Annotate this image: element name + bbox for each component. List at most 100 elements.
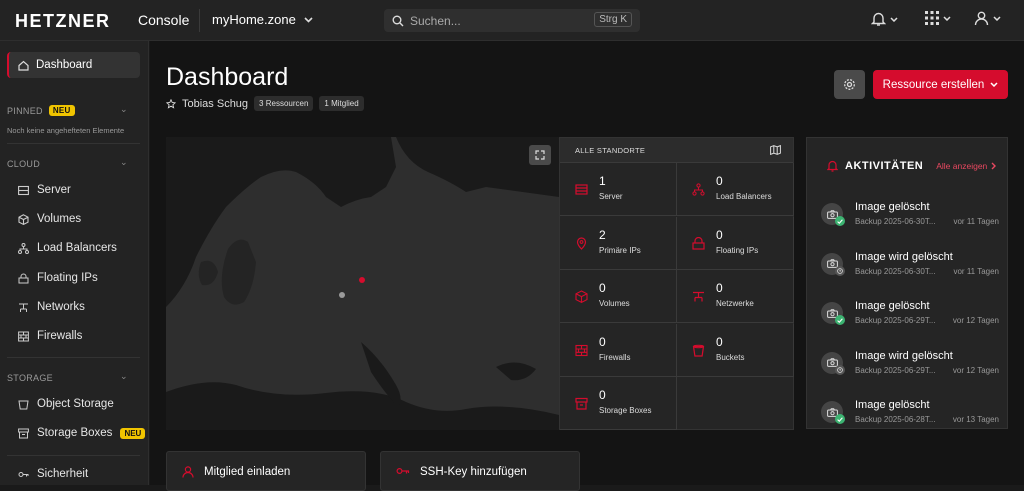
activity-header: AKTIVITÄTEN Alle anzeigen	[827, 160, 997, 172]
activity-title: Image gelöscht	[855, 300, 930, 312]
resource-cell-primäre-ips[interactable]: 2 Primäre IPs	[560, 216, 677, 270]
sidebar-item-label: Firewalls	[37, 330, 83, 342]
sidebar-item-networks[interactable]: Networks	[18, 301, 85, 313]
location-filter[interactable]: ALLE STANDORTE	[560, 138, 793, 163]
volume-icon	[575, 290, 588, 303]
sidebar-item-security[interactable]: Sicherheit	[18, 468, 88, 480]
resource-cell-server[interactable]: 1 Server	[560, 163, 677, 216]
activity-subtitle: Backup 2025-06-30T...	[855, 266, 936, 276]
resource-label: Floating IPs	[716, 245, 759, 255]
load-balancer-icon	[18, 242, 29, 254]
page-title: Dashboard	[166, 63, 289, 91]
chevron-down-icon[interactable]: ⌄	[120, 104, 128, 115]
notifications-button[interactable]	[871, 11, 898, 27]
firewall-icon	[18, 331, 29, 341]
activity-subtitle: Backup 2025-06-29T...	[855, 316, 936, 325]
resources-pill: 3 Ressourcen	[254, 96, 314, 111]
cube-icon	[18, 213, 29, 225]
key-icon	[396, 467, 410, 475]
chevron-down-icon[interactable]: ⌄	[120, 157, 128, 168]
resource-label: Firewalls	[599, 352, 631, 362]
pinned-section-header[interactable]: PINNED NEU	[7, 105, 75, 116]
gear-icon	[844, 79, 855, 90]
top-bar: HETZNER Console myHome.zone Strg K	[0, 0, 1024, 41]
activity-time: vor 11 Tagen	[953, 266, 999, 276]
user-menu-button[interactable]	[974, 11, 1001, 26]
settings-button[interactable]	[834, 70, 865, 99]
activity-title: Image gelöscht	[855, 201, 930, 213]
activity-item[interactable]: Image gelöscht Backup 2025-06-29T... vor 1…	[819, 295, 999, 335]
load-balancer-icon	[692, 183, 705, 196]
activity-title: AKTIVITÄTEN	[845, 160, 924, 172]
resource-cell-volumes[interactable]: 0 Volumes	[560, 270, 677, 323]
sidebar-item-storage-boxes[interactable]: Storage Boxes NEU	[18, 427, 146, 439]
expand-map-button[interactable]	[529, 145, 551, 165]
chevron-down-icon	[304, 16, 313, 23]
resource-count: 0	[599, 334, 606, 349]
map-icon[interactable]	[770, 145, 781, 155]
chevron-down-icon[interactable]: ⌄	[120, 371, 128, 382]
resource-cell-firewalls[interactable]: 0 Firewalls	[560, 323, 677, 377]
sidebar-item-label: Server	[37, 184, 71, 196]
search-icon	[392, 15, 404, 26]
sidebar-item-dashboard[interactable]: Dashboard	[7, 52, 140, 78]
sidebar: Dashboard PINNED NEU ⌄ Noch keine angehe…	[0, 41, 149, 485]
resource-cell-storage-boxes[interactable]: 0 Storage Boxes	[560, 377, 677, 430]
activity-panel: AKTIVITÄTEN Alle anzeigen Image gelöscht…	[806, 137, 1008, 429]
hetzner-logo[interactable]: HETZNER	[15, 11, 111, 32]
user-icon	[182, 466, 194, 478]
cloud-section-header[interactable]: CLOUD	[7, 159, 40, 169]
search-box[interactable]: Strg K	[384, 9, 640, 32]
location-pin-icon	[576, 236, 587, 250]
apps-button[interactable]	[925, 11, 951, 25]
sidebar-item-volumes[interactable]: Volumes	[18, 213, 81, 225]
show-all-link[interactable]: Alle anzeigen	[936, 161, 997, 171]
server-icon	[18, 185, 29, 195]
app-grid-icon	[925, 11, 939, 25]
sidebar-item-object-storage[interactable]: Object Storage	[18, 398, 114, 410]
create-resource-button[interactable]: Ressource erstellen	[873, 70, 1008, 99]
project-selector[interactable]: myHome.zone	[212, 12, 313, 27]
sidebar-item-label: Object Storage	[37, 398, 114, 410]
resource-label: Load Balancers	[716, 192, 772, 201]
storage-section-header[interactable]: STORAGE	[7, 373, 53, 383]
resource-cell-netzwerke[interactable]: 0 Netzwerke	[677, 270, 794, 323]
activity-item[interactable]: Image gelöscht Backup 2025-06-30T... vor 1…	[819, 196, 999, 236]
activity-item[interactable]: Image wird gelöscht Backup 2025-06-30T...…	[819, 246, 999, 286]
location-marker[interactable]	[339, 292, 345, 298]
search-input[interactable]	[410, 13, 590, 28]
sidebar-item-firewalls[interactable]: Firewalls	[18, 330, 82, 342]
activity-item[interactable]: Image wird gelöscht Backup 2025-06-29T...…	[819, 345, 999, 385]
new-badge: NEU	[48, 105, 75, 116]
resource-label: Server	[599, 192, 623, 201]
resource-count: 2	[599, 227, 606, 242]
product-name: Console	[138, 12, 190, 28]
resource-count: 1	[599, 174, 606, 188]
location-marker-active[interactable]	[359, 277, 365, 283]
invite-member-card[interactable]: Mitglied einladen	[166, 451, 366, 491]
show-all-label: Alle anzeigen	[936, 161, 988, 171]
clock-icon	[835, 265, 845, 276]
resource-cell-buckets[interactable]: 0 Buckets	[677, 323, 794, 377]
page-meta: Tobias Schug 3 Ressourcen 1 Mitglied	[166, 96, 364, 111]
network-icon	[19, 303, 28, 312]
card-label: SSH-Key hinzufügen	[420, 466, 527, 478]
resource-cell-floating-ips[interactable]: 0 Floating IPs	[677, 216, 794, 270]
storage-box-icon	[18, 428, 29, 438]
sidebar-item-load-balancers[interactable]: Load Balancers	[18, 242, 117, 254]
activity-title: Image wird gelöscht	[855, 250, 953, 263]
new-badge: NEU	[120, 427, 146, 439]
location-filter-label: ALLE STANDORTE	[575, 145, 646, 155]
sidebar-item-label: Dashboard	[36, 59, 93, 71]
sidebar-item-server[interactable]: Server	[18, 184, 71, 196]
resource-count: 0	[716, 281, 723, 295]
activity-item[interactable]: Image gelöscht Backup 2025-06-28T... vor 1…	[819, 394, 999, 434]
europe-map	[166, 137, 559, 430]
location-map[interactable]	[166, 137, 559, 430]
resource-label: Storage Boxes	[599, 406, 652, 415]
resource-cell-load-balancers[interactable]: 0 Load Balancers	[677, 163, 794, 216]
sidebar-item-floating-ips[interactable]: Floating IPs	[18, 272, 98, 284]
add-ssh-key-card[interactable]: SSH-Key hinzufügen	[380, 451, 580, 491]
activity-title: Image wird gelöscht	[855, 349, 953, 362]
sidebar-item-label: Storage Boxes	[37, 427, 113, 439]
